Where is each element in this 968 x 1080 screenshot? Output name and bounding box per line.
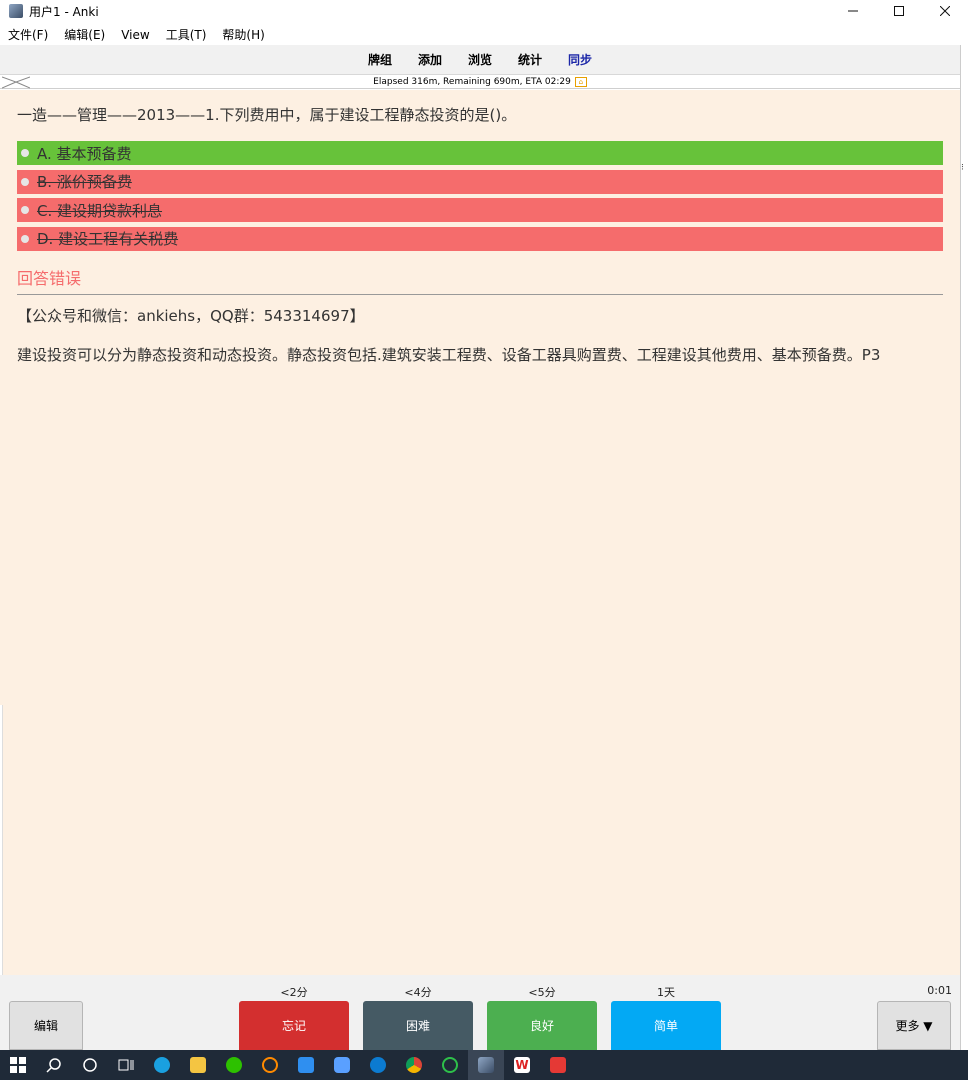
due-hard: <4分 bbox=[404, 986, 432, 999]
menu-view[interactable]: View bbox=[113, 28, 157, 42]
menu-edit[interactable]: 编辑(E) bbox=[56, 26, 113, 43]
again-button[interactable]: 忘记 bbox=[239, 1001, 349, 1050]
radio-icon bbox=[21, 149, 29, 157]
progress-status-text: Elapsed 316m, Remaining 690m, ETA 02:29 bbox=[373, 77, 571, 87]
option-label: C. 建设期贷款利息 bbox=[37, 201, 163, 220]
menu-bar: 文件(F) 编辑(E) View 工具(T) 帮助(H) bbox=[0, 24, 968, 45]
close-button[interactable] bbox=[922, 0, 968, 22]
edge-icon[interactable] bbox=[144, 1050, 180, 1080]
right-window-edge bbox=[960, 45, 968, 1050]
minimize-icon bbox=[848, 10, 858, 12]
maximize-button[interactable] bbox=[876, 0, 922, 22]
eta-info-icon[interactable]: ⌂ bbox=[574, 77, 587, 87]
question-text: 一造——管理——2013——1.下列费用中，属于建设工程静态投资的是()。 bbox=[17, 106, 517, 124]
review-timer: 0:01 bbox=[927, 984, 952, 997]
search-icon[interactable] bbox=[36, 1050, 72, 1080]
toolbar-stats[interactable]: 统计 bbox=[505, 51, 555, 68]
due-easy: 1天 bbox=[657, 986, 675, 999]
minimize-button[interactable] bbox=[830, 0, 876, 22]
window-controls bbox=[830, 0, 968, 22]
menu-file[interactable]: 文件(F) bbox=[0, 26, 56, 43]
option-label: B. 涨价预备费 bbox=[37, 173, 132, 191]
app-grid-icon[interactable] bbox=[324, 1050, 360, 1080]
radio-icon bbox=[21, 206, 29, 214]
answer-result: 回答错误 bbox=[17, 268, 82, 288]
due-good: <5分 bbox=[528, 986, 556, 999]
more-button[interactable]: 更多 ▼ bbox=[877, 1001, 951, 1050]
easy-button[interactable]: 简单 bbox=[611, 1001, 721, 1050]
search-tool-icon[interactable] bbox=[252, 1050, 288, 1080]
windows-taskbar: W bbox=[0, 1050, 968, 1080]
title-bar: 用户1 - Anki bbox=[0, 0, 968, 22]
radio-icon bbox=[21, 234, 29, 243]
due-again: <2分 bbox=[280, 986, 308, 999]
option-c[interactable]: C. 建设期贷款利息 bbox=[17, 198, 943, 222]
cortana-icon[interactable] bbox=[72, 1050, 108, 1080]
radio-icon bbox=[21, 177, 29, 186]
anki-app-icon bbox=[9, 4, 23, 18]
toolbar-sync[interactable]: 同步 bbox=[555, 51, 605, 68]
app-blue-icon[interactable] bbox=[288, 1050, 324, 1080]
answer-bar: <2分 <4分 <5分 1天 0:01 编辑 忘记 困难 良好 简单 更多 ▼ bbox=[0, 975, 960, 1050]
hard-button[interactable]: 困难 bbox=[363, 1001, 473, 1050]
wps-icon[interactable]: W bbox=[504, 1050, 540, 1080]
toolbar-decks[interactable]: 牌组 bbox=[355, 51, 405, 68]
review-card: 一造——管理——2013——1.下列费用中，属于建设工程静态投资的是()。 A.… bbox=[0, 90, 960, 975]
option-b[interactable]: B. 涨价预备费 bbox=[17, 169, 943, 194]
good-button[interactable]: 良好 bbox=[487, 1001, 597, 1050]
explanation-text: 建设投资可以分为静态投资和动态投资。静态投资包括.建筑安装工程费、设备工器具购置… bbox=[17, 345, 881, 364]
option-a[interactable]: A. 基本预备费 bbox=[17, 141, 943, 165]
wechat-icon[interactable] bbox=[216, 1050, 252, 1080]
app-red-icon[interactable] bbox=[540, 1050, 576, 1080]
anki-icon[interactable] bbox=[468, 1050, 504, 1080]
option-d[interactable]: D. 建设工程有关税费 bbox=[17, 226, 943, 251]
progress-status-bar: Elapsed 316m, Remaining 690m, ETA 02:29 … bbox=[0, 76, 960, 89]
task-view-icon[interactable] bbox=[108, 1050, 144, 1080]
toolbar-add[interactable]: 添加 bbox=[405, 51, 455, 68]
toolbar-browse[interactable]: 浏览 bbox=[455, 51, 505, 68]
chrome-icon[interactable] bbox=[396, 1050, 432, 1080]
collapse-arrows-icon[interactable] bbox=[2, 76, 30, 89]
left-edge-panel bbox=[0, 705, 3, 975]
main-toolbar: 牌组 添加 浏览 统计 同步 bbox=[0, 45, 960, 75]
answer-divider bbox=[17, 293, 943, 295]
close-icon bbox=[940, 6, 950, 16]
file-explorer-icon[interactable] bbox=[180, 1050, 216, 1080]
right-edge-glyph: ⁝ bbox=[961, 163, 964, 173]
windows-start-icon[interactable] bbox=[0, 1050, 36, 1080]
maximize-icon bbox=[894, 6, 904, 16]
menu-tools[interactable]: 工具(T) bbox=[158, 26, 215, 43]
option-label: A. 基本预备费 bbox=[37, 144, 132, 163]
edit-button[interactable]: 编辑 bbox=[9, 1001, 83, 1050]
app-green-icon[interactable] bbox=[432, 1050, 468, 1080]
promo-text: 【公众号和微信：ankiehs，QQ群：543314697】 bbox=[17, 306, 365, 325]
window-title: 用户1 - Anki bbox=[29, 4, 99, 19]
menu-help[interactable]: 帮助(H) bbox=[214, 26, 272, 43]
edge-beta-icon[interactable] bbox=[360, 1050, 396, 1080]
option-label: D. 建设工程有关税费 bbox=[37, 230, 179, 248]
